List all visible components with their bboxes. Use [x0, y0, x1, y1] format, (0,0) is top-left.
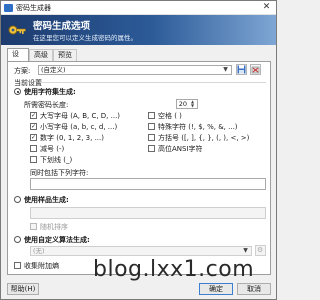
help-button[interactable]: 帮助(H): [7, 283, 39, 295]
delete-profile-button[interactable]: [250, 64, 261, 75]
key-icon: [8, 25, 26, 35]
password-generator-dialog: 密码生成器 ✕ 密码生成选项 在这里您可以定义生成密码的属性。 设置 高级 预览…: [0, 0, 277, 300]
space-label: 空格 ( ): [158, 112, 182, 120]
space-checkbox[interactable]: [148, 112, 155, 119]
digits-label: 数字 (0, 1, 2, 3, ...): [40, 134, 104, 142]
charset-option-label: 使用字符集生成:: [24, 88, 76, 96]
length-value: 20: [178, 100, 187, 108]
high-ansi-label: 高位ANSI字符: [158, 145, 203, 153]
entropy-checkbox[interactable]: [14, 262, 21, 269]
cancel-button[interactable]: 取消: [237, 283, 271, 295]
pattern-radio[interactable]: [14, 196, 21, 203]
algorithm-select[interactable]: (无) ▼: [30, 246, 252, 256]
special-checkbox[interactable]: [148, 123, 155, 130]
header-banner: 密码生成选项 在这里您可以定义生成密码的属性。: [1, 15, 276, 45]
profile-select[interactable]: (自定义) ▼: [38, 65, 232, 75]
brackets-label: 方括号 ([, ], {, }, (, ), <, >): [158, 134, 250, 142]
digits-checkbox[interactable]: ✓: [30, 134, 37, 141]
chevron-down-icon: ▼: [243, 247, 248, 254]
extra-chars-input[interactable]: [30, 178, 266, 190]
delete-icon: [251, 66, 260, 74]
group-divider: [40, 82, 266, 83]
save-profile-button[interactable]: [236, 64, 247, 75]
uppercase-checkbox[interactable]: ✓: [30, 112, 37, 119]
tab-settings[interactable]: 设置: [7, 48, 29, 69]
length-label: 所需密码长度:: [24, 101, 69, 109]
window-title: 密码生成器: [16, 4, 51, 12]
pattern-option-label: 使用样品生成:: [24, 196, 69, 204]
underscore-checkbox[interactable]: [30, 156, 37, 163]
custom-algorithm-radio[interactable]: [14, 236, 21, 243]
special-label: 特殊字符 (!, $, %, &, ...): [158, 123, 238, 131]
lowercase-checkbox[interactable]: ✓: [30, 123, 37, 130]
length-stepper[interactable]: 20 ▲ ▼: [176, 99, 198, 109]
settings-panel: 方案: (自定义) ▼ 当前设置 使用字符集生成: 所需密码长度: 20 ▲ ▼…: [7, 61, 271, 275]
uppercase-label: 大写字母 (A, B, C, D, ...): [40, 112, 121, 120]
minus-label: 减号 (-): [40, 145, 65, 153]
tab-advanced[interactable]: 高级: [29, 49, 53, 61]
profile-label: 方案:: [14, 67, 31, 75]
extra-chars-label: 同时包括下列字符:: [30, 169, 89, 177]
random-order-label: 随机排序: [40, 223, 68, 231]
algorithm-value: (无): [33, 247, 45, 255]
banner-subtitle: 在这里您可以定义生成密码的属性。: [33, 34, 137, 42]
tab-strip: 设置 高级 预览: [7, 48, 270, 69]
algorithm-options-button[interactable]: ⚙: [255, 245, 266, 256]
watermark-text: blog.lxx1.com: [93, 257, 255, 282]
entropy-label: 收集附加熵: [24, 262, 59, 270]
lowercase-label: 小写字母 (a, b, c, d, ...): [40, 123, 118, 131]
ok-button[interactable]: 确定: [199, 283, 233, 295]
save-icon: [237, 65, 246, 74]
stepper-arrows-icon[interactable]: ▲ ▼: [189, 100, 196, 108]
title-bar: 密码生成器 ✕: [1, 1, 276, 15]
tab-preview[interactable]: 预览: [53, 49, 77, 61]
close-icon[interactable]: ✕: [261, 2, 272, 13]
custom-algorithm-label: 使用自定义算法生成:: [24, 236, 90, 244]
high-ansi-checkbox[interactable]: [148, 145, 155, 152]
profile-value: (自定义): [41, 66, 66, 74]
random-order-checkbox[interactable]: [30, 223, 37, 230]
charset-radio[interactable]: [14, 88, 21, 95]
chevron-down-icon: ▼: [223, 66, 228, 73]
minus-checkbox[interactable]: [30, 145, 37, 152]
brackets-checkbox[interactable]: [148, 134, 155, 141]
banner-title: 密码生成选项: [33, 21, 91, 32]
options-icon: ⚙: [257, 246, 264, 254]
app-icon: [4, 4, 13, 12]
pattern-input[interactable]: [30, 207, 266, 219]
underscore-label: 下划线 (_): [40, 156, 73, 164]
